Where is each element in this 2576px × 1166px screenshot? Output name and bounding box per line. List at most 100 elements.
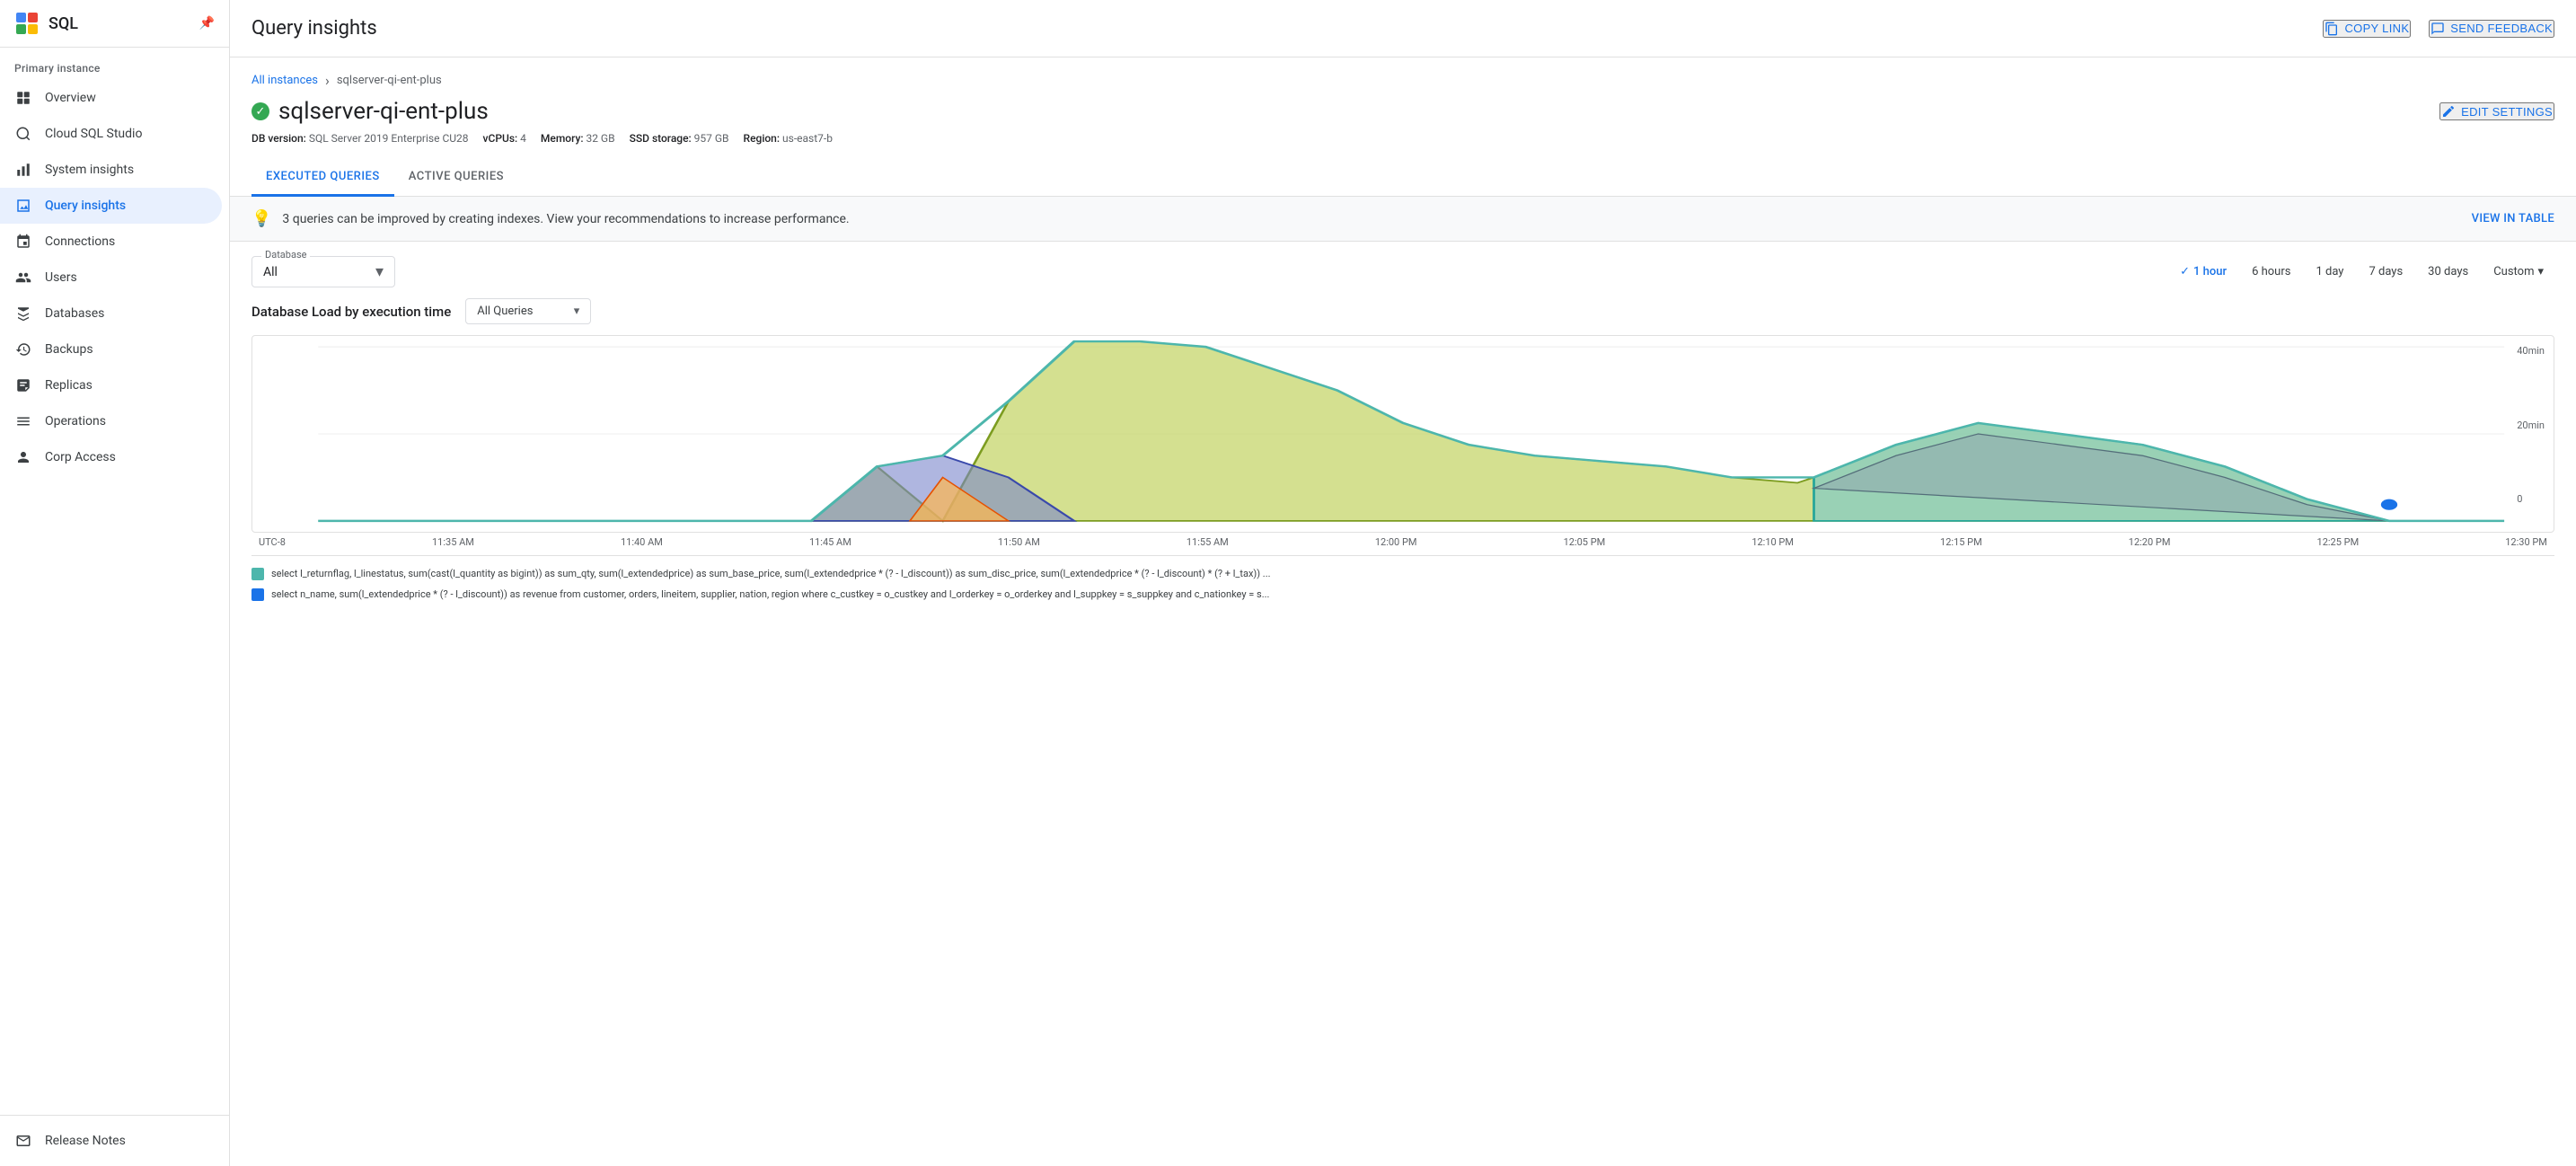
copy-link-button[interactable]: COPY LINK xyxy=(2323,20,2411,38)
connections-icon xyxy=(14,233,32,251)
chart-dot xyxy=(2381,499,2397,510)
chart-svg xyxy=(252,336,2554,532)
time-filter-7days[interactable]: 7 days xyxy=(2358,260,2413,284)
time-filters: ✓ 1 hour 6 hours 1 day 7 days 30 days Cu… xyxy=(2169,260,2554,284)
sidebar-item-system-insights[interactable]: System insights xyxy=(0,152,222,188)
all-instances-link[interactable]: All instances xyxy=(251,74,318,87)
database-select-label: Database xyxy=(261,249,310,261)
page-title: Query insights xyxy=(251,17,2323,40)
sidebar-item-cloud-sql-studio[interactable]: Cloud SQL Studio xyxy=(0,116,222,152)
legend-item-2: select n_name, sum(l_extendedprice * (? … xyxy=(251,584,2554,605)
time-filter-30days[interactable]: 30 days xyxy=(2417,260,2479,284)
sidebar-item-label: System insights xyxy=(45,163,134,177)
sidebar-item-label: Release Notes xyxy=(45,1134,126,1148)
sidebar: SQL 📌 Primary instance Overview Cloud SQ… xyxy=(0,0,230,1166)
legend-text-2: select n_name, sum(l_extendedprice * (? … xyxy=(271,587,1269,601)
instance-title: ✓ sqlserver-qi-ent-plus xyxy=(251,98,489,125)
sidebar-item-users[interactable]: Users xyxy=(0,260,222,296)
databases-icon xyxy=(14,305,32,322)
content-area: All instances › sqlserver-qi-ent-plus ✓ … xyxy=(230,57,2576,1166)
sidebar-item-label: Connections xyxy=(45,234,115,249)
sidebar-item-label: Corp Access xyxy=(45,450,116,464)
database-select[interactable]: Database All ▾ xyxy=(251,256,395,287)
sidebar-item-query-insights[interactable]: Query insights xyxy=(0,188,222,224)
chart-section: Database Load by execution time All Quer… xyxy=(230,298,2576,634)
sql-logo xyxy=(14,11,40,36)
operations-icon xyxy=(14,412,32,430)
time-filter-1day[interactable]: 1 day xyxy=(2305,260,2354,284)
time-filter-1hour[interactable]: ✓ 1 hour xyxy=(2169,260,2237,284)
status-indicator: ✓ xyxy=(251,102,269,120)
chart-legend: select l_returnflag, l_linestatus, sum(c… xyxy=(251,555,2554,613)
tab-active-queries[interactable]: ACTIVE QUERIES xyxy=(394,159,518,197)
chart-x-labels: UTC-8 11:35 AM 11:40 AM 11:45 AM 11:50 A… xyxy=(251,533,2554,548)
chart-container: 40min 20min 0 xyxy=(251,335,2554,533)
filter-row: Database All ▾ ✓ 1 hour 6 hours 1 day 7 … xyxy=(230,242,2576,298)
region-meta: Region: us-east7-b xyxy=(744,132,833,145)
topbar-actions: COPY LINK SEND FEEDBACK xyxy=(2323,20,2554,38)
instance-meta: DB version: SQL Server 2019 Enterprise C… xyxy=(251,132,2554,145)
backups-icon xyxy=(14,340,32,358)
release-notes-icon xyxy=(14,1132,32,1150)
tab-executed-queries[interactable]: EXECUTED QUERIES xyxy=(251,159,394,197)
x-label-1140: 11:40 AM xyxy=(621,536,663,548)
sidebar-item-connections[interactable]: Connections xyxy=(0,224,222,260)
sidebar-header: SQL 📌 xyxy=(0,0,229,48)
edit-settings-button[interactable]: EDIT SETTINGS xyxy=(2439,102,2554,120)
sidebar-item-label: Databases xyxy=(45,306,104,321)
vcpus-meta: vCPUs: 4 xyxy=(483,132,526,145)
sidebar-item-corp-access[interactable]: Corp Access xyxy=(0,439,222,475)
checkmark-icon: ✓ xyxy=(2180,265,2190,278)
instance-header: All instances › sqlserver-qi-ent-plus ✓ … xyxy=(230,57,2576,145)
ssd-meta: SSD storage: 957 GB xyxy=(630,132,729,145)
breadcrumb: All instances › sqlserver-qi-ent-plus xyxy=(251,72,2554,89)
chart-header: Database Load by execution time All Quer… xyxy=(251,298,2554,324)
x-label-1150: 11:50 AM xyxy=(998,536,1040,548)
time-filter-6hours[interactable]: 6 hours xyxy=(2241,260,2301,284)
x-label-1145: 11:45 AM xyxy=(809,536,851,548)
sidebar-item-label: Overview xyxy=(45,91,96,105)
info-banner: 💡 3 queries can be improved by creating … xyxy=(230,197,2576,242)
pin-icon[interactable]: 📌 xyxy=(199,16,215,31)
chart-title: Database Load by execution time xyxy=(251,304,451,320)
sidebar-item-label: Operations xyxy=(45,414,106,428)
x-label-1200: 12:00 PM xyxy=(1375,536,1417,548)
users-icon xyxy=(14,269,32,287)
sidebar-item-label: Users xyxy=(45,270,77,285)
tabs: EXECUTED QUERIES ACTIVE QUERIES xyxy=(230,159,2576,197)
corp-access-icon xyxy=(14,448,32,466)
sidebar-item-databases[interactable]: Databases xyxy=(0,296,222,331)
x-label-1205: 12:05 PM xyxy=(1564,536,1606,548)
app-title: SQL xyxy=(49,14,78,33)
breadcrumb-current: sqlserver-qi-ent-plus xyxy=(337,74,442,87)
x-label-1215: 12:15 PM xyxy=(1940,536,1982,548)
custom-label: Custom xyxy=(2493,265,2534,278)
sidebar-item-label: Cloud SQL Studio xyxy=(45,127,142,141)
custom-arrow-icon: ▾ xyxy=(2537,265,2544,278)
sidebar-item-operations[interactable]: Operations xyxy=(0,403,222,439)
send-feedback-label: SEND FEEDBACK xyxy=(2450,22,2553,35)
sidebar-section-label: Primary instance xyxy=(0,48,229,80)
sidebar-item-replicas[interactable]: Replicas xyxy=(0,367,222,403)
database-select-arrow: ▾ xyxy=(375,262,384,281)
time-filter-label: 1 hour xyxy=(2193,265,2227,278)
query-type-label: All Queries xyxy=(477,305,533,318)
replicas-icon xyxy=(14,376,32,394)
sidebar-item-label: Backups xyxy=(45,342,93,357)
overview-icon xyxy=(14,89,32,107)
sidebar-item-overview[interactable]: Overview xyxy=(0,80,222,116)
time-filter-custom[interactable]: Custom ▾ xyxy=(2483,260,2554,284)
send-feedback-button[interactable]: SEND FEEDBACK xyxy=(2429,20,2554,38)
sidebar-item-backups[interactable]: Backups xyxy=(0,331,222,367)
banner-message: 3 queries can be improved by creating in… xyxy=(282,212,849,226)
query-type-select[interactable]: All Queries ▾ xyxy=(465,298,591,324)
sidebar-item-release-notes[interactable]: Release Notes xyxy=(0,1123,222,1159)
view-in-table-button[interactable]: VIEW IN TABLE xyxy=(2472,212,2554,225)
legend-item-1: select l_returnflag, l_linestatus, sum(c… xyxy=(251,563,2554,584)
sidebar-bottom: Release Notes xyxy=(0,1115,229,1166)
breadcrumb-separator: › xyxy=(325,72,330,89)
topbar: Query insights COPY LINK SEND FEEDBACK xyxy=(230,0,2576,57)
legend-color-1 xyxy=(251,568,264,580)
info-icon: 💡 xyxy=(251,209,271,228)
x-label-1210: 12:10 PM xyxy=(1751,536,1794,548)
